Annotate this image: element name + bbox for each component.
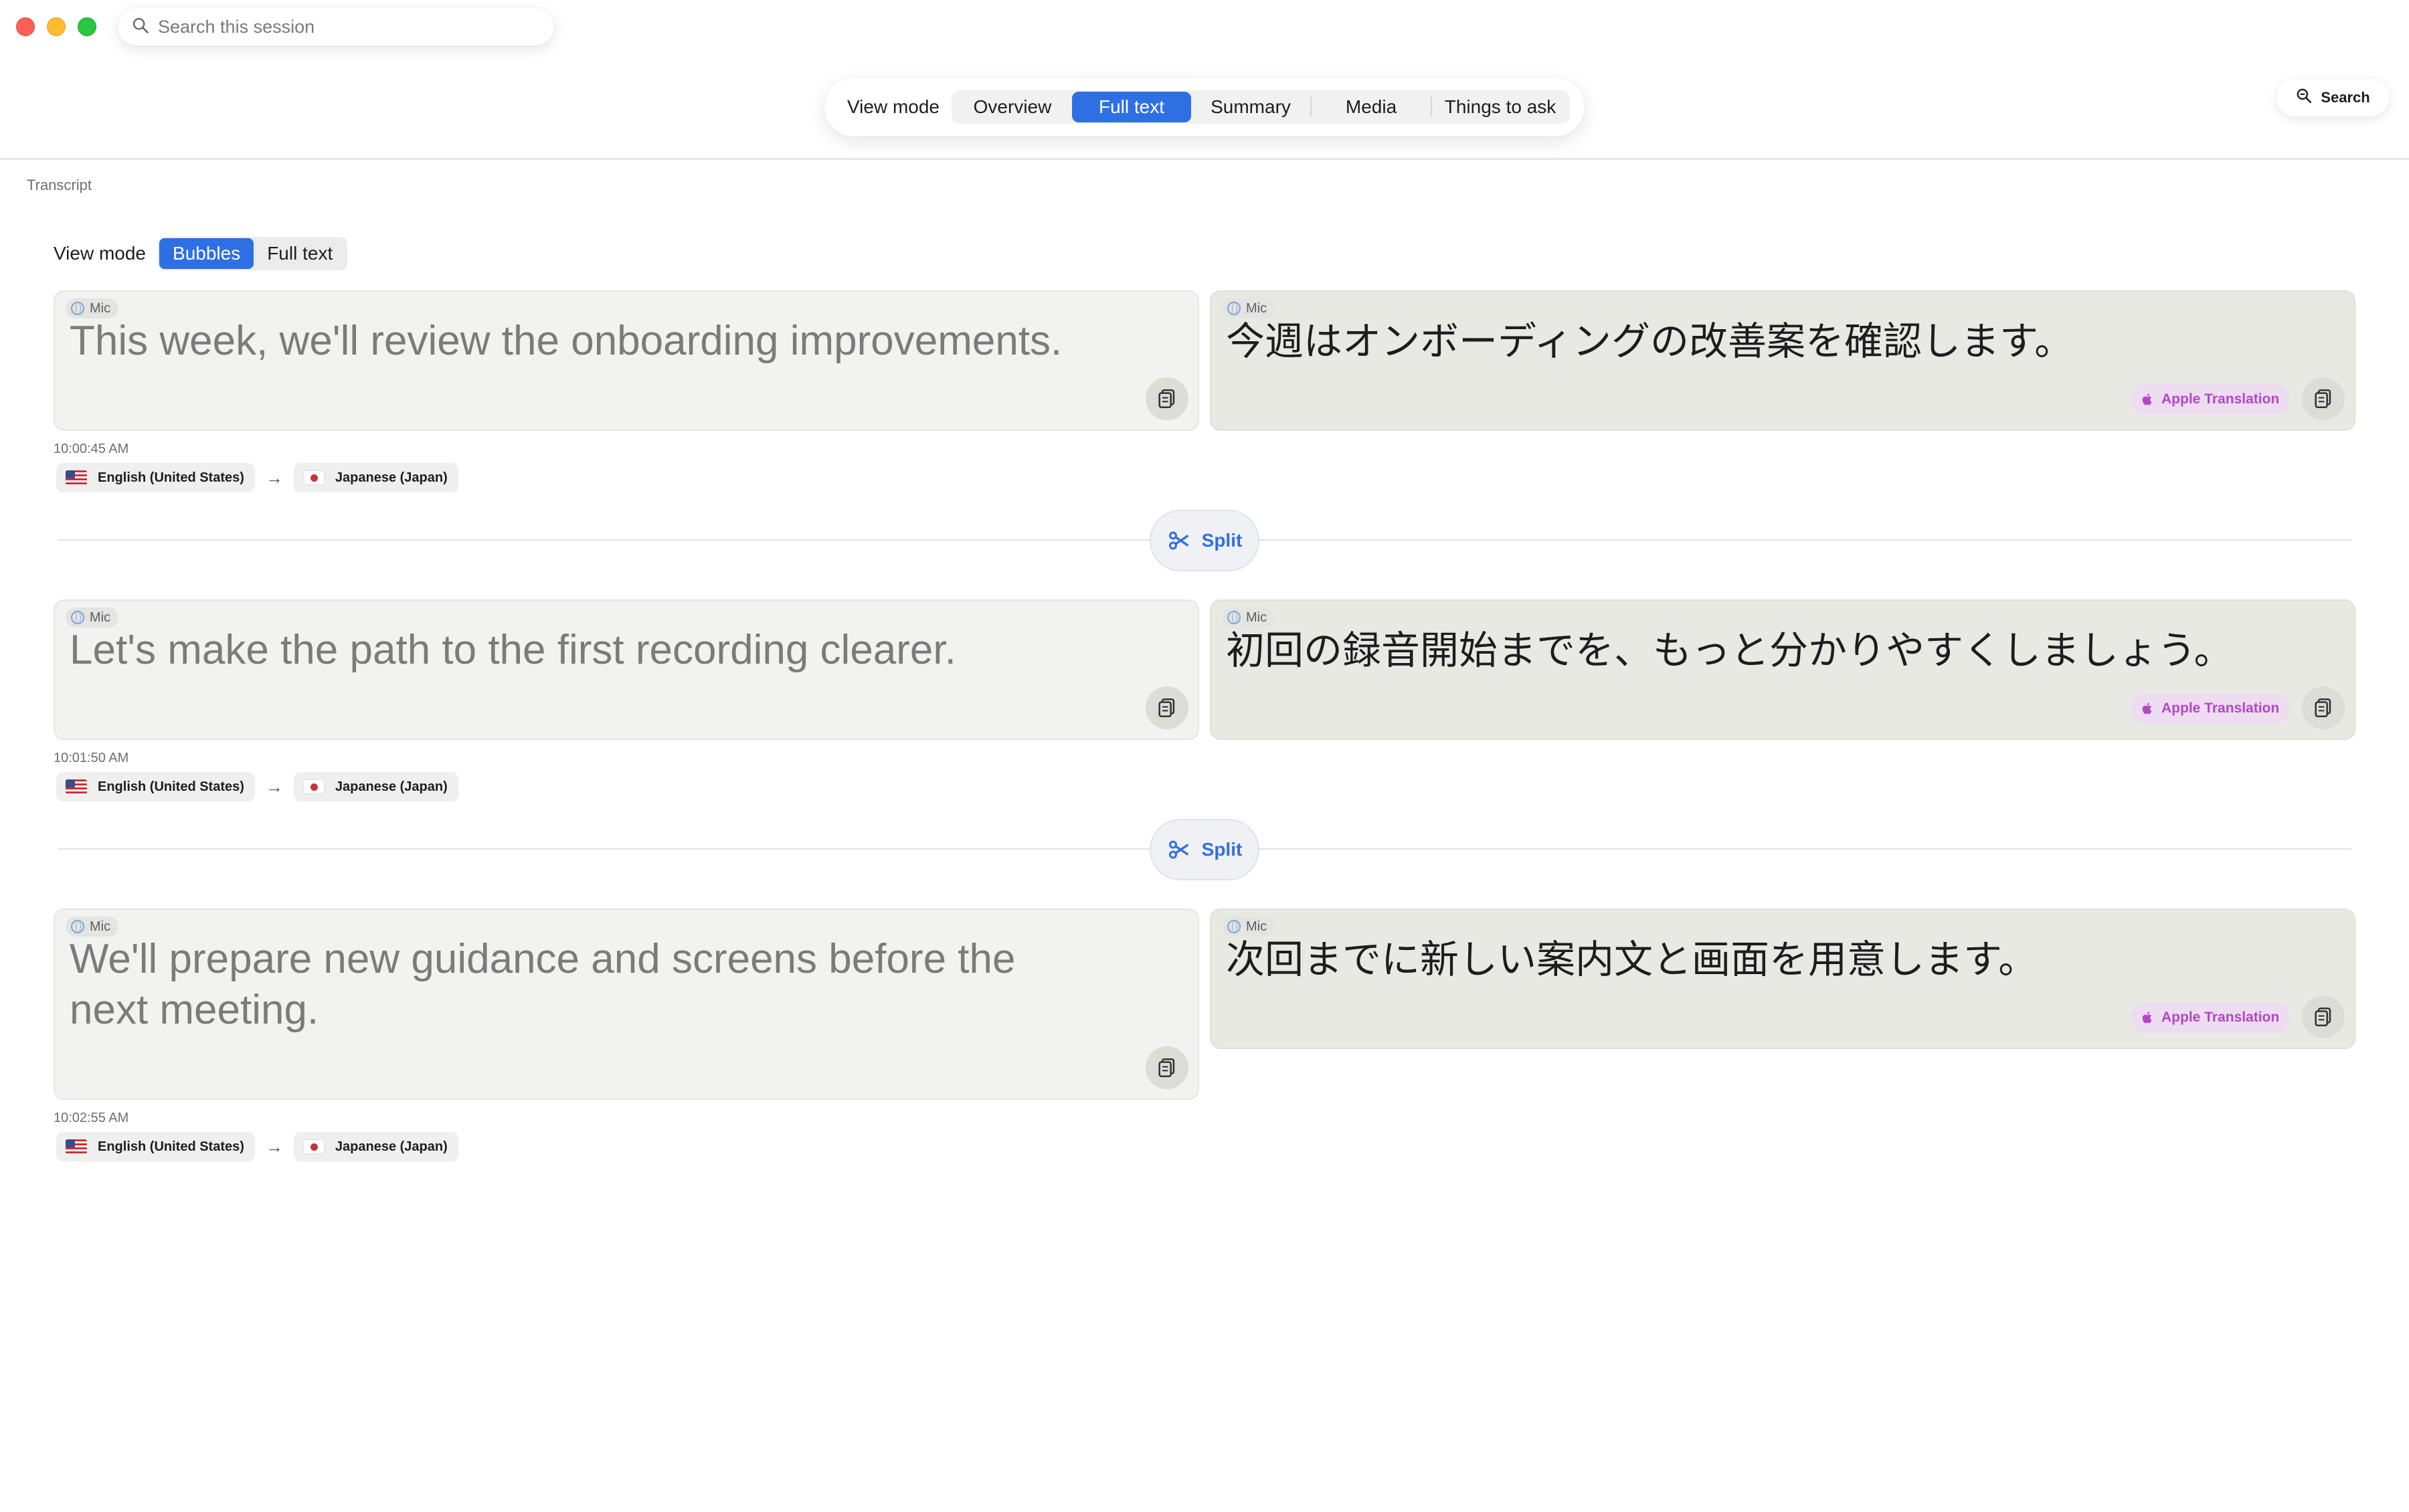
source-language-chip[interactable]: English (United States)	[56, 1132, 255, 1161]
arrow-right-icon: →	[265, 467, 283, 488]
us-flag-icon	[66, 779, 87, 794]
target-language-chip[interactable]: Japanese (Japan)	[293, 772, 458, 801]
translation-bubble: Mic 今週はオンボーディングの改善案を確認します。 Apple Transla…	[1210, 290, 2355, 431]
apple-logo-icon	[2142, 702, 2152, 715]
header-divider	[0, 158, 2409, 160]
zoom-window-button[interactable]	[78, 17, 96, 36]
translation-bubble: Mic 次回までに新しい案内文と画面を用意します。 Apple Translat…	[1210, 909, 2355, 1049]
target-language-chip[interactable]: Japanese (Japan)	[293, 1132, 458, 1161]
arrow-right-icon: →	[265, 776, 283, 797]
tab-things-to-ask[interactable]: Things to ask	[1432, 92, 1569, 122]
transcript-section-label: Transcript	[27, 177, 92, 193]
translation-bubble: Mic 初回の録音開始までを、もっと分かりやすくしましょう。 Apple Tra…	[1210, 599, 2355, 740]
search-icon	[131, 16, 150, 38]
split-button[interactable]: Split	[1150, 510, 1259, 571]
tab-full-text[interactable]: Full text	[1072, 92, 1192, 122]
scissors-icon	[1168, 840, 1189, 859]
source-bubble: Mic We'll prepare new guidance and scree…	[54, 909, 1199, 1100]
globe-icon	[1227, 302, 1241, 315]
language-pair: English (United States) → Japanese (Japa…	[56, 463, 458, 492]
apple-translation-badge: Apple Translation	[2131, 384, 2291, 415]
copy-button[interactable]	[1146, 686, 1188, 729]
language-pair: English (United States) → Japanese (Japa…	[56, 1132, 458, 1161]
japan-flag-icon	[302, 779, 325, 794]
japan-flag-icon	[302, 470, 325, 485]
timestamp: 10:01:50 AM	[54, 751, 129, 765]
language-pair: English (United States) → Japanese (Japa…	[56, 772, 458, 801]
transcript-mode-segmented-control: Bubbles Full text	[158, 237, 348, 270]
close-window-button[interactable]	[16, 17, 35, 36]
apple-logo-icon	[2142, 393, 2152, 405]
copy-button[interactable]	[2302, 686, 2345, 729]
transcript-view-mode: View mode Bubbles Full text	[54, 237, 348, 270]
view-mode-label: View mode	[847, 96, 940, 117]
tab-media[interactable]: Media	[1312, 92, 1431, 122]
arrow-right-icon: →	[265, 1136, 283, 1157]
timestamp: 10:00:45 AM	[54, 442, 129, 456]
search-button[interactable]: Search	[2277, 79, 2389, 116]
source-language-chip[interactable]: English (United States)	[56, 463, 255, 492]
copy-button[interactable]	[2302, 996, 2345, 1038]
source-language-chip[interactable]: English (United States)	[56, 772, 255, 801]
source-bubble: Mic Let's make the path to the first rec…	[54, 599, 1199, 740]
apple-translation-badge: Apple Translation	[2131, 693, 2291, 724]
copy-button[interactable]	[2302, 377, 2345, 420]
copy-icon	[1158, 389, 1175, 409]
copy-icon	[1158, 698, 1175, 718]
us-flag-icon	[66, 470, 87, 485]
mode-bubbles[interactable]: Bubbles	[159, 238, 254, 269]
top-view-mode-bar: View mode Overview Full text Summary Med…	[824, 78, 1585, 136]
us-flag-icon	[66, 1139, 87, 1154]
minimize-window-button[interactable]	[47, 17, 66, 36]
search-button-label: Search	[2321, 89, 2370, 106]
japan-flag-icon	[302, 1139, 325, 1154]
globe-icon	[71, 920, 84, 933]
source-text: This week, we'll review the onboarding i…	[70, 318, 1063, 364]
target-language-chip[interactable]: Japanese (Japan)	[293, 463, 458, 492]
globe-icon	[71, 611, 84, 624]
globe-icon	[1227, 611, 1241, 624]
translation-text: 次回までに新しい案内文と画面を用意します。	[1226, 937, 2038, 982]
globe-icon	[1227, 920, 1241, 933]
copy-button[interactable]	[1146, 377, 1188, 420]
timestamp: 10:02:55 AM	[54, 1111, 129, 1125]
split-button[interactable]: Split	[1150, 819, 1259, 880]
transcript-view-mode-label: View mode	[54, 243, 147, 264]
translation-text: 今週はオンボーディングの改善案を確認します。	[1226, 318, 2074, 364]
tab-overview[interactable]: Overview	[953, 92, 1072, 122]
scissors-icon	[1168, 531, 1189, 550]
source-text: We'll prepare new guidance and screens b…	[70, 936, 1016, 1033]
zoom-search-icon	[2295, 87, 2321, 108]
apple-translation-badge: Apple Translation	[2131, 1002, 2291, 1033]
tab-summary[interactable]: Summary	[1191, 92, 1310, 122]
copy-icon	[2315, 698, 2331, 718]
copy-icon	[1158, 1058, 1175, 1078]
apple-logo-icon	[2142, 1012, 2152, 1024]
view-mode-segmented-control: Overview Full text Summary Media Things …	[952, 90, 1571, 124]
copy-icon	[2315, 389, 2331, 409]
copy-button[interactable]	[1146, 1046, 1188, 1089]
globe-icon	[71, 302, 84, 315]
session-search-input[interactable]	[158, 16, 533, 37]
translation-text: 初回の録音開始までを、もっと分かりやすくしましょう。	[1226, 628, 2233, 673]
session-search-field[interactable]	[118, 8, 554, 45]
copy-icon	[2315, 1007, 2331, 1027]
mode-full-text[interactable]: Full text	[254, 238, 346, 269]
source-text: Let's make the path to the first recordi…	[70, 627, 956, 673]
source-bubble: Mic This week, we'll review the onboardi…	[54, 290, 1199, 431]
